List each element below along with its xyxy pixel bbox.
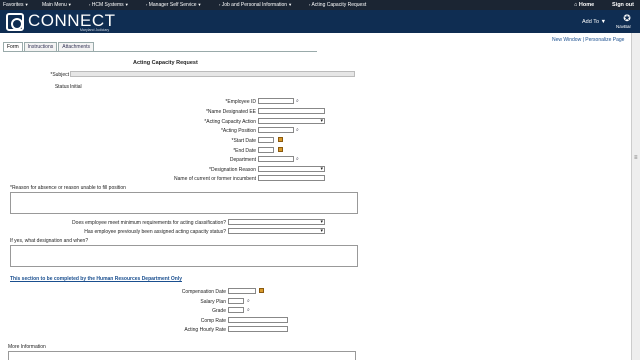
menu-main-menu[interactable]: Main Menu▼: [42, 2, 72, 8]
comp-date-field[interactable]: [228, 288, 256, 294]
breadcrumb-current: › Acting Capacity Request: [309, 2, 367, 8]
acting-hourly-label: Acting Hourly Rate: [184, 327, 226, 333]
menu-job-personal-info[interactable]: › Job and Personal Information▼: [218, 2, 292, 8]
chevron-down-icon: ▼: [24, 2, 29, 7]
status-value: Initial: [70, 84, 82, 90]
signout-link[interactable]: Sign out: [612, 2, 634, 8]
comp-rate-label: Comp Rate: [200, 318, 226, 324]
navbar-button[interactable]: ✪ NavBar: [616, 13, 638, 32]
previously-assigned-select[interactable]: ▾: [228, 228, 325, 234]
chevron-down-icon: ▾: [320, 228, 323, 234]
menu-hcm-systems[interactable]: › HCM Systems▼: [88, 2, 129, 8]
employee-id-field[interactable]: [258, 98, 294, 104]
incumbent-label: Name of current or former incumbent: [174, 176, 256, 182]
chevron-down-icon: ▼: [124, 2, 129, 7]
department-field[interactable]: [258, 156, 294, 162]
meet-requirements-select[interactable]: ▾: [228, 219, 325, 225]
chevron-down-icon: ▾: [320, 118, 323, 124]
employee-id-label: *Employee ID: [225, 99, 256, 105]
designation-reason-select[interactable]: ▾: [258, 166, 325, 172]
chevron-right-icon: ›: [219, 2, 221, 7]
hr-section-link[interactable]: This section to be completed by the Huma…: [10, 276, 182, 282]
comp-date-label: Compensation Date: [181, 289, 226, 295]
meet-requirements-label: Does employee meet minimum requirements …: [72, 220, 226, 226]
start-date-label: *Start Date: [231, 138, 256, 144]
logo-icon: [6, 13, 24, 31]
tab-attachments[interactable]: Attachments: [58, 42, 95, 51]
menu-manager-self-service[interactable]: › Manager Self Service▼: [145, 2, 202, 8]
start-date-field[interactable]: [258, 137, 274, 143]
if-yes-label: If yes, what designation and when?: [10, 238, 89, 244]
home-icon: ⌂: [574, 2, 578, 8]
name-designated-field[interactable]: [258, 108, 325, 114]
chevron-down-icon: ▼: [197, 2, 202, 7]
search-icon[interactable]: ⌕: [296, 98, 299, 104]
chevron-right-icon: ›: [89, 2, 91, 7]
chevron-down-icon: ▼: [600, 19, 607, 25]
header-banner: CONNECT Maryland Judiciary Add To ▼ ✪ Na…: [0, 10, 640, 33]
personalize-page-link[interactable]: Personalize Page: [585, 37, 624, 43]
chevron-down-icon: ▾: [320, 219, 323, 225]
search-icon[interactable]: ⌕: [247, 307, 250, 313]
logo-subtitle: Maryland Judiciary: [80, 28, 110, 32]
add-to-button[interactable]: Add To ▼: [582, 19, 606, 25]
home-link[interactable]: ⌂ Home: [574, 2, 594, 8]
top-menu-bar: Favorites▼ Main Menu▼ › HCM Systems▼ › M…: [0, 0, 640, 10]
scroll-grip-icon: ≡: [634, 155, 638, 161]
chevron-right-icon: ›: [146, 2, 148, 7]
subject-field: [70, 71, 355, 77]
comp-rate-field[interactable]: [228, 317, 288, 323]
acting-hourly-field[interactable]: [228, 326, 288, 332]
search-icon[interactable]: ⌕: [296, 156, 299, 162]
page-title: Acting Capacity Request: [133, 60, 198, 66]
previously-assigned-label: Has employee previously been assigned ac…: [84, 229, 226, 235]
reason-absence-label: *Reason for absence or reason unable to …: [10, 185, 126, 191]
tab-divider: [3, 51, 317, 52]
chevron-down-icon: ▾: [320, 166, 323, 172]
more-info-label: More Information: [8, 344, 46, 350]
end-date-label: *End Date: [233, 148, 256, 154]
name-designated-label: *Name Designated EE: [205, 109, 256, 115]
acting-position-label: *Acting Position: [220, 128, 256, 134]
calendar-icon[interactable]: [259, 288, 264, 293]
more-info-textarea[interactable]: [8, 351, 356, 360]
designation-reason-label: *Designation Reason: [209, 167, 256, 173]
new-window-link[interactable]: New Window: [552, 37, 581, 43]
chevron-down-icon: ▼: [67, 2, 72, 7]
reason-absence-textarea[interactable]: [10, 192, 358, 214]
department-label: Department: [229, 157, 256, 163]
page-links: New Window | Personalize Page: [552, 37, 625, 43]
tab-bar: Form Instructions Attachments: [3, 42, 95, 51]
menu-favorites[interactable]: Favorites▼: [3, 2, 29, 8]
compass-icon: ✪: [623, 13, 631, 23]
calendar-icon[interactable]: [278, 147, 283, 152]
acting-action-select[interactable]: ▾: [258, 118, 325, 124]
grade-label: Grade: [212, 308, 226, 314]
acting-position-field[interactable]: [258, 127, 294, 133]
salary-plan-field[interactable]: [228, 298, 244, 304]
search-icon[interactable]: ⌕: [296, 127, 299, 133]
end-date-field[interactable]: [258, 147, 274, 153]
chevron-down-icon: ▼: [288, 2, 293, 7]
if-yes-textarea[interactable]: [10, 245, 358, 267]
salary-plan-label: Salary Plan: [200, 299, 226, 305]
tab-form[interactable]: Form: [3, 42, 23, 51]
grade-field[interactable]: [228, 307, 244, 313]
search-icon[interactable]: ⌕: [247, 298, 250, 304]
incumbent-field[interactable]: [258, 175, 325, 181]
acting-action-label: *Acting Capacity Action: [204, 119, 256, 125]
tab-instructions[interactable]: Instructions: [23, 42, 58, 51]
status-label: Status: [54, 84, 69, 90]
calendar-icon[interactable]: [278, 137, 283, 142]
vertical-scrollbar[interactable]: ≡: [631, 33, 640, 360]
subject-label: *Subject: [50, 72, 69, 78]
